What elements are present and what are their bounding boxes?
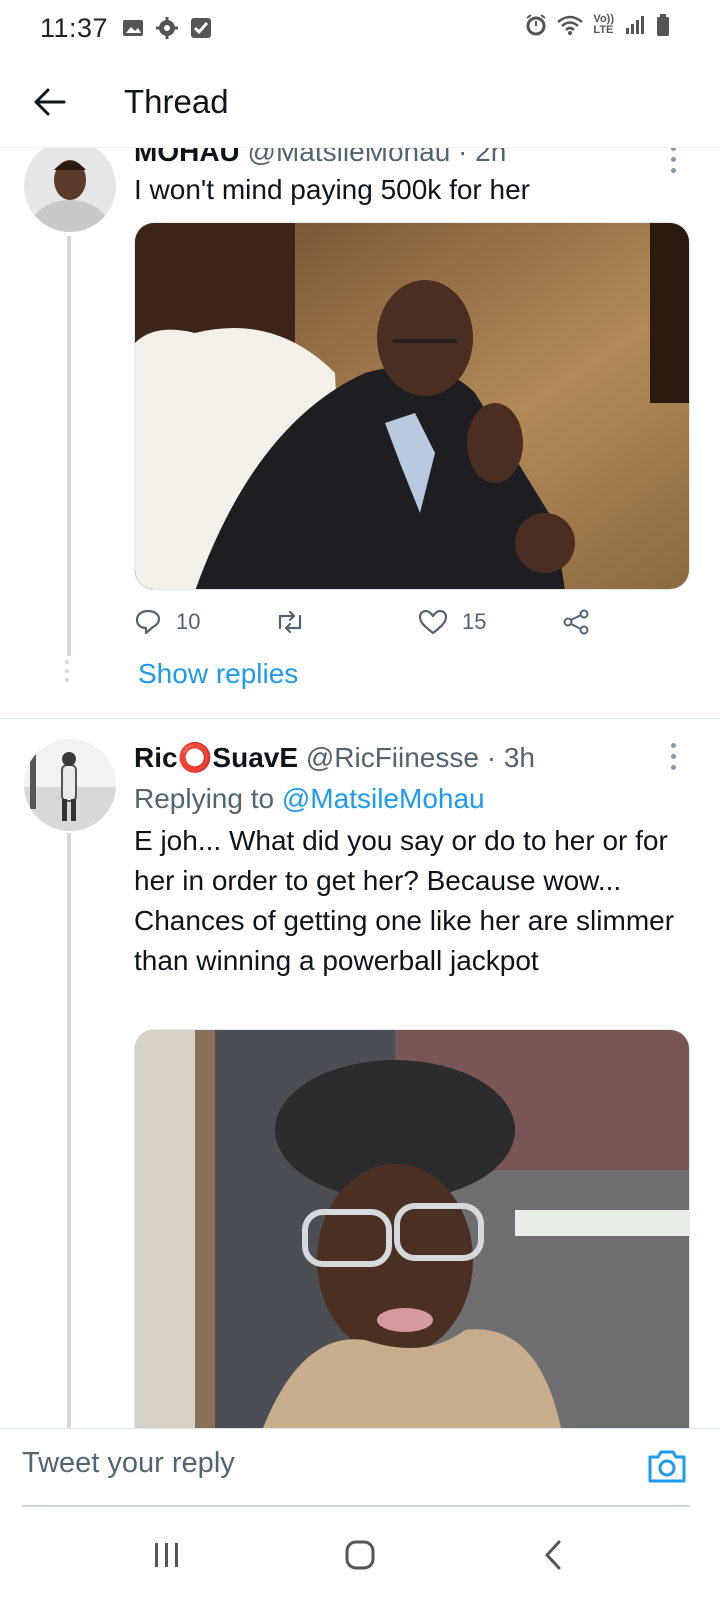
tweet-header: Ric⭕SuavE @RicFiinesse · 3h bbox=[134, 741, 535, 774]
status-right-icons: Vo)) LTE bbox=[525, 14, 670, 36]
thread-line bbox=[67, 236, 71, 656]
status-left-icons bbox=[122, 17, 212, 39]
thread-timeline[interactable]: MOHAU @MatsileMohau · 2h I won't mind pa… bbox=[0, 148, 720, 1428]
retweet-button[interactable] bbox=[274, 608, 306, 636]
tweet-text: I won't mind paying 500k for her bbox=[134, 174, 531, 205]
back-button[interactable] bbox=[20, 72, 80, 132]
volte-label-bottom: LTE bbox=[593, 24, 614, 36]
tweet-ricsuave[interactable]: Ric⭕SuavE @RicFiinesse · 3h Replying to … bbox=[0, 719, 720, 1428]
volte-icon: Vo)) LTE bbox=[593, 14, 614, 36]
camera-button[interactable] bbox=[644, 1443, 690, 1489]
checkbox-icon bbox=[191, 18, 212, 38]
share-icon bbox=[563, 609, 589, 635]
back-nav-button[interactable] bbox=[518, 1525, 588, 1585]
system-navigation-bar bbox=[0, 1510, 720, 1600]
page-title: Thread bbox=[124, 82, 229, 120]
tweet-text: E joh... What did you say or do to her o… bbox=[134, 825, 675, 976]
home-icon bbox=[345, 1540, 375, 1570]
signal-icon bbox=[626, 16, 644, 34]
like-count: 15 bbox=[462, 609, 487, 634]
camera-icon bbox=[648, 1450, 686, 1483]
gallery-icon bbox=[123, 20, 144, 36]
replying-to-prefix: Replying to bbox=[134, 783, 282, 814]
replying-to-handle[interactable]: @MatsileMohau bbox=[282, 783, 485, 814]
avatar[interactable] bbox=[24, 739, 116, 831]
share-button[interactable] bbox=[562, 608, 590, 636]
author-name[interactable]: Ric⭕SuavE bbox=[134, 742, 298, 773]
show-replies-link[interactable]: Show replies bbox=[138, 658, 298, 690]
retweet-icon bbox=[278, 610, 302, 634]
photo-image bbox=[135, 223, 689, 589]
like-button[interactable]: 15 bbox=[418, 608, 486, 636]
tweet-mohau[interactable]: MOHAU @MatsileMohau · 2h I won't mind pa… bbox=[0, 148, 720, 718]
battery-icon bbox=[657, 14, 669, 36]
author-name[interactable]: MOHAU bbox=[134, 148, 240, 167]
tweet-header: MOHAU @MatsileMohau · 2h bbox=[134, 148, 506, 168]
reply-icon bbox=[135, 609, 161, 635]
composer-underline bbox=[22, 1505, 690, 1507]
thread-line bbox=[67, 833, 71, 1428]
wifi-icon bbox=[557, 15, 584, 35]
chevron-left-icon bbox=[545, 1540, 561, 1570]
top-app-bar: Thread bbox=[0, 56, 720, 148]
avatar[interactable] bbox=[24, 148, 116, 232]
home-button[interactable] bbox=[325, 1525, 395, 1585]
thread-dots bbox=[65, 660, 71, 682]
heart-icon bbox=[418, 609, 448, 635]
status-bar: 11:37 Vo)) LTE bbox=[0, 0, 720, 56]
alarm-icon bbox=[526, 14, 547, 36]
gear-icon bbox=[156, 17, 179, 39]
reply-input[interactable]: Tweet your reply bbox=[22, 1447, 235, 1480]
arrow-left-icon bbox=[34, 88, 66, 115]
photo-image bbox=[135, 1030, 689, 1428]
reply-count: 10 bbox=[176, 609, 201, 634]
status-time: 11:37 bbox=[40, 12, 109, 43]
recents-button[interactable] bbox=[132, 1525, 202, 1585]
tweet-actions: 10 15 bbox=[134, 608, 614, 648]
more-options-button[interactable] bbox=[666, 743, 680, 770]
reply-button[interactable]: 10 bbox=[134, 608, 200, 636]
reply-composer: Tweet your reply bbox=[0, 1428, 720, 1508]
replying-to: Replying to @MatsileMohau bbox=[134, 783, 485, 815]
author-handle[interactable]: @MatsileMohau · 2h bbox=[248, 148, 507, 167]
recents-icon bbox=[154, 1543, 178, 1567]
tweet-photo[interactable] bbox=[134, 222, 690, 590]
author-handle[interactable]: @RicFiinesse · 3h bbox=[306, 742, 535, 773]
tweet-photo[interactable] bbox=[134, 1029, 690, 1428]
